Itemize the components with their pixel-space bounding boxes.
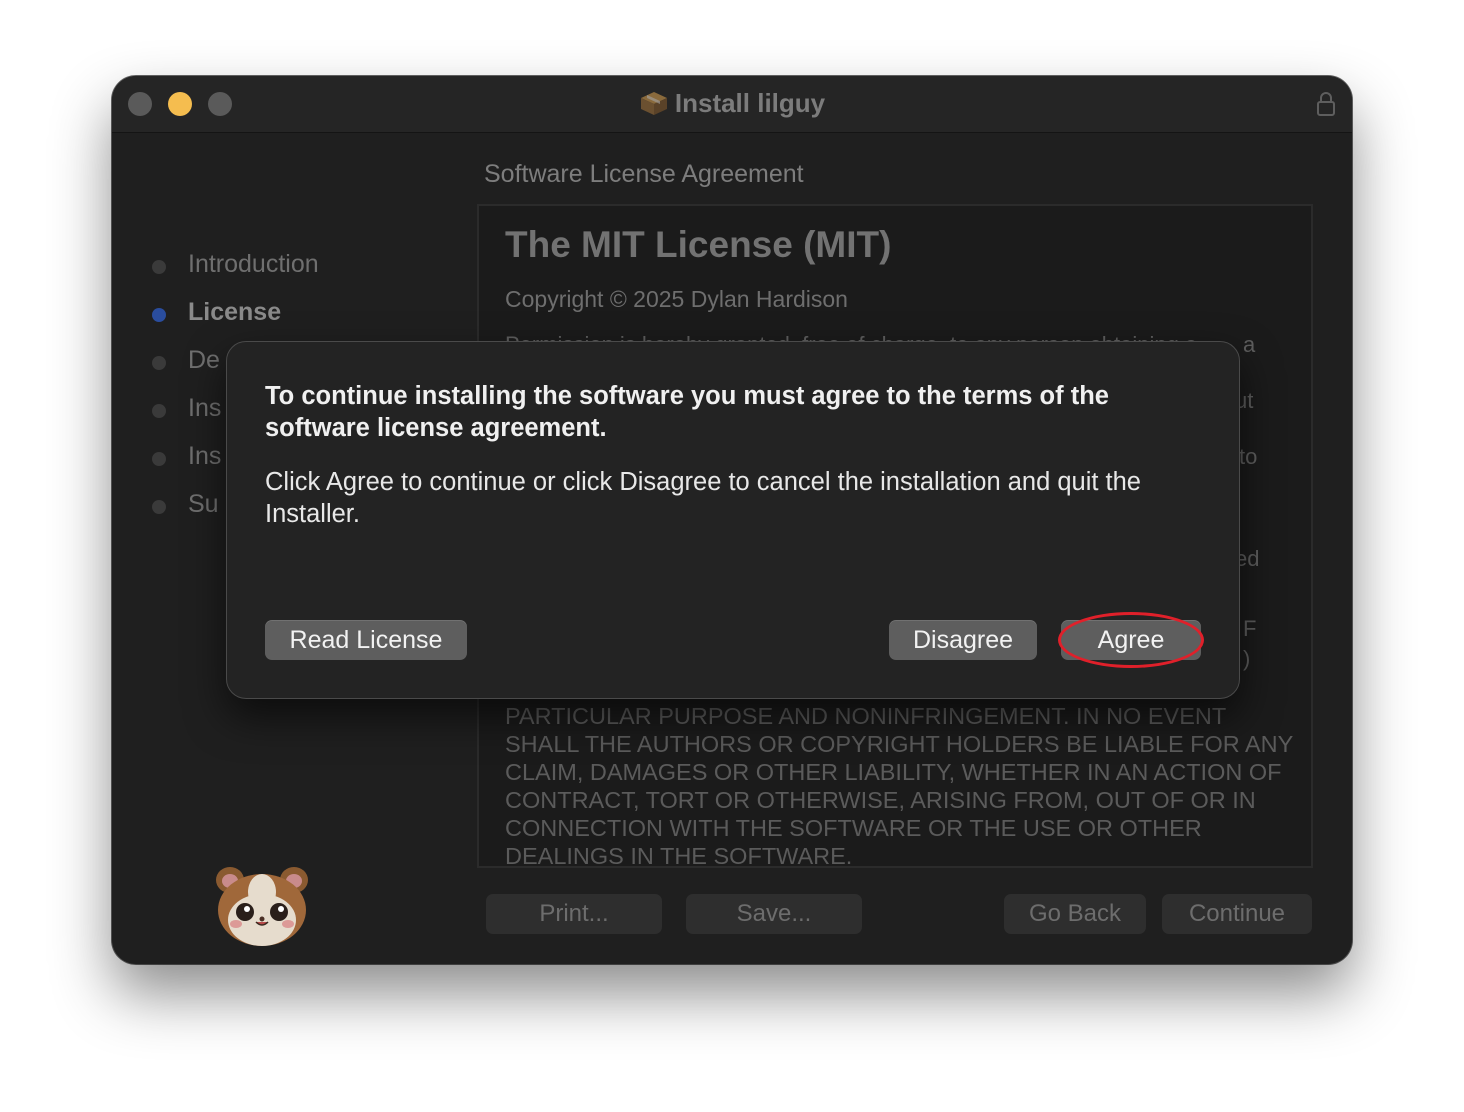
sidebar-step-label: Ins	[188, 394, 222, 422]
step-indicator-dot	[152, 452, 166, 466]
license-text-fragment: to	[1239, 444, 1258, 469]
window-title: Install lilguy	[674, 88, 826, 118]
agree-button[interactable]: Agree	[1061, 620, 1201, 660]
sheet-title: To continue installing the software you …	[265, 382, 1109, 442]
license-copyright: Copyright © 2025 Dylan Hardison	[505, 286, 848, 312]
sidebar-step-label: Ins	[188, 442, 222, 470]
go-back-button[interactable]: Go Back	[1004, 894, 1146, 934]
license-text-fragment: a	[1243, 332, 1256, 357]
sheet-message: Click Agree to continue or click Disagre…	[265, 468, 1141, 528]
print-button[interactable]: Print...	[486, 894, 662, 934]
step-indicator-dot	[152, 308, 166, 322]
sidebar-step-label: Su	[188, 490, 219, 518]
title-bar: Install lilguy	[112, 76, 1352, 133]
license-title: The MIT License (MIT)	[505, 224, 892, 265]
window-title-group: Install lilguy	[112, 88, 1352, 123]
section-heading: Software License Agreement	[484, 160, 804, 188]
license-text-fragment: )	[1243, 646, 1251, 671]
save-button[interactable]: Save...	[686, 894, 862, 934]
sidebar-step-label: Introduction	[188, 250, 319, 278]
step-indicator-dot	[152, 500, 166, 514]
disagree-button[interactable]: Disagree	[889, 620, 1037, 660]
license-warranty-text: PARTICULAR PURPOSE AND NONINFRINGEMENT. …	[505, 703, 1293, 868]
sidebar-step-label: License	[188, 298, 282, 326]
package-icon	[639, 90, 669, 123]
continue-button[interactable]: Continue	[1162, 894, 1312, 934]
lock-icon[interactable]	[1316, 90, 1336, 123]
license-agreement-sheet: To continue installing the software you …	[226, 341, 1240, 699]
license-text-fragment: F	[1243, 616, 1257, 641]
sidebar-step-label: De	[188, 346, 220, 374]
hamster-logo-icon	[212, 862, 312, 953]
step-indicator-dot	[152, 404, 166, 418]
read-license-button[interactable]: Read License	[265, 620, 467, 660]
step-indicator-dot	[152, 260, 166, 274]
step-indicator-dot	[152, 356, 166, 370]
